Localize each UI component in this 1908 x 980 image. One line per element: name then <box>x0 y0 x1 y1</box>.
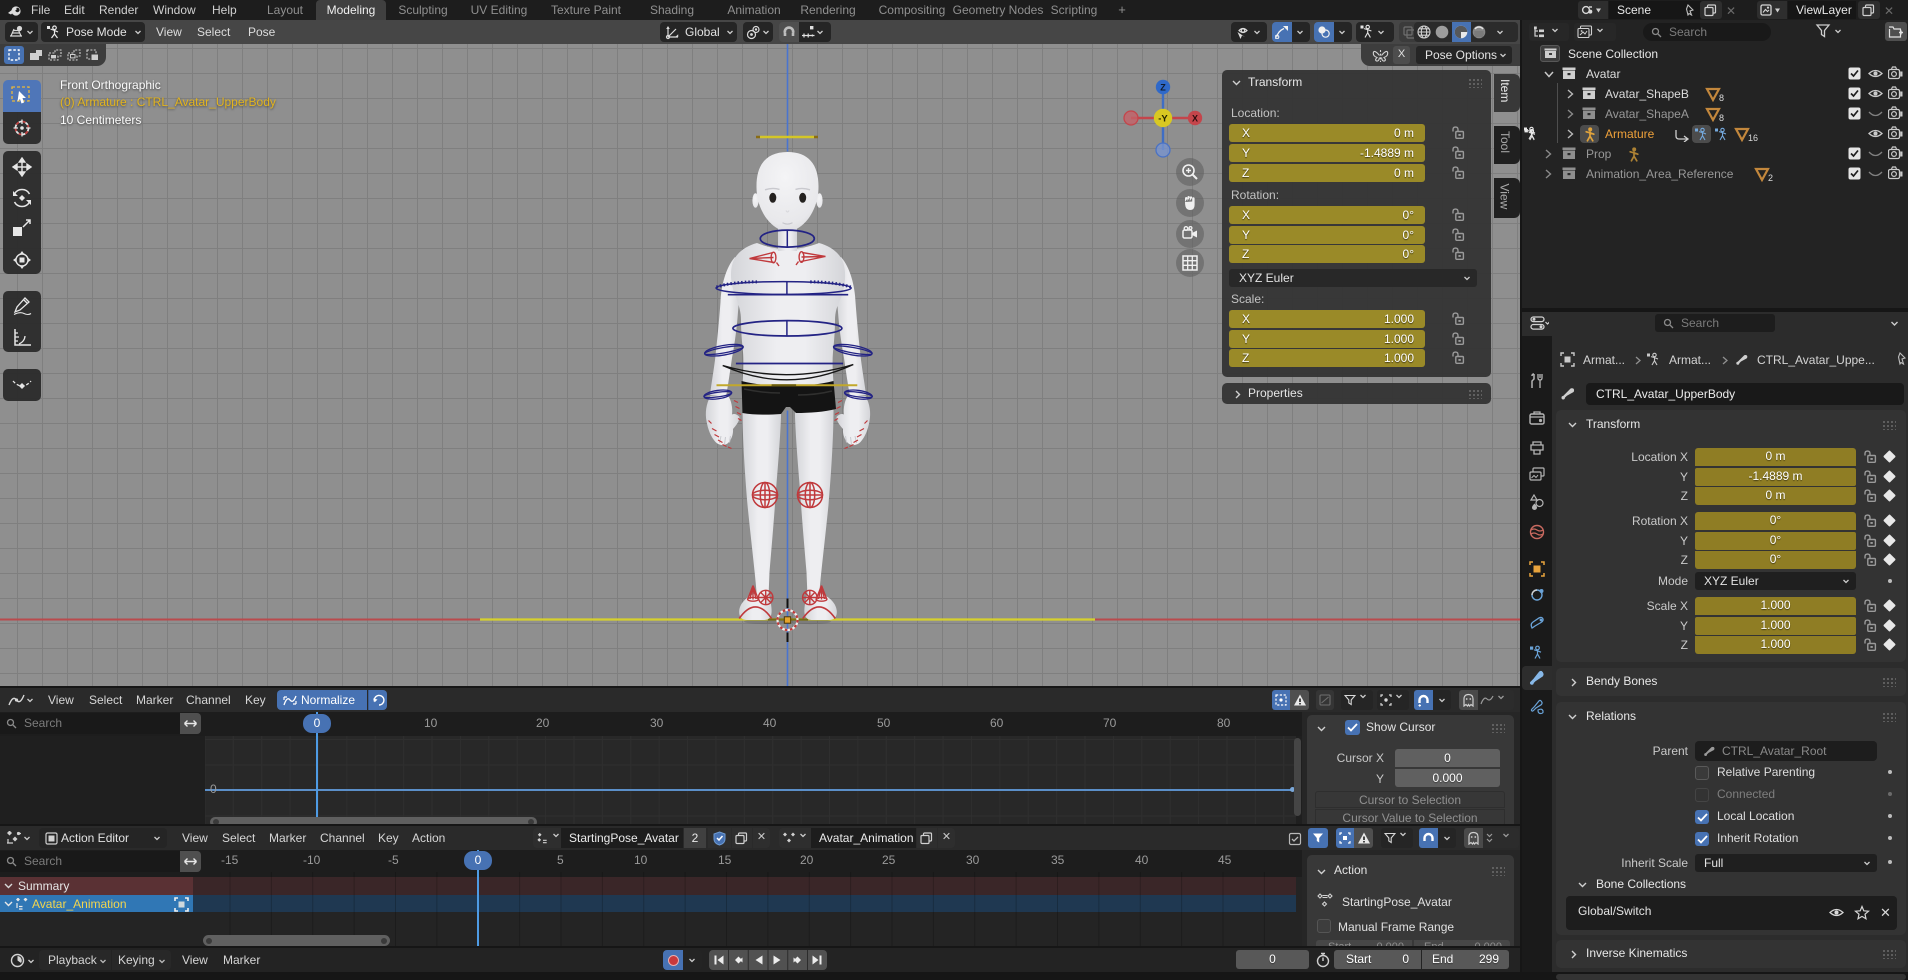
svg-text:-Y: -Y <box>1158 114 1168 125</box>
svg-text:Z: Z <box>1160 83 1166 93</box>
svg-text:X: X <box>1192 114 1198 124</box>
